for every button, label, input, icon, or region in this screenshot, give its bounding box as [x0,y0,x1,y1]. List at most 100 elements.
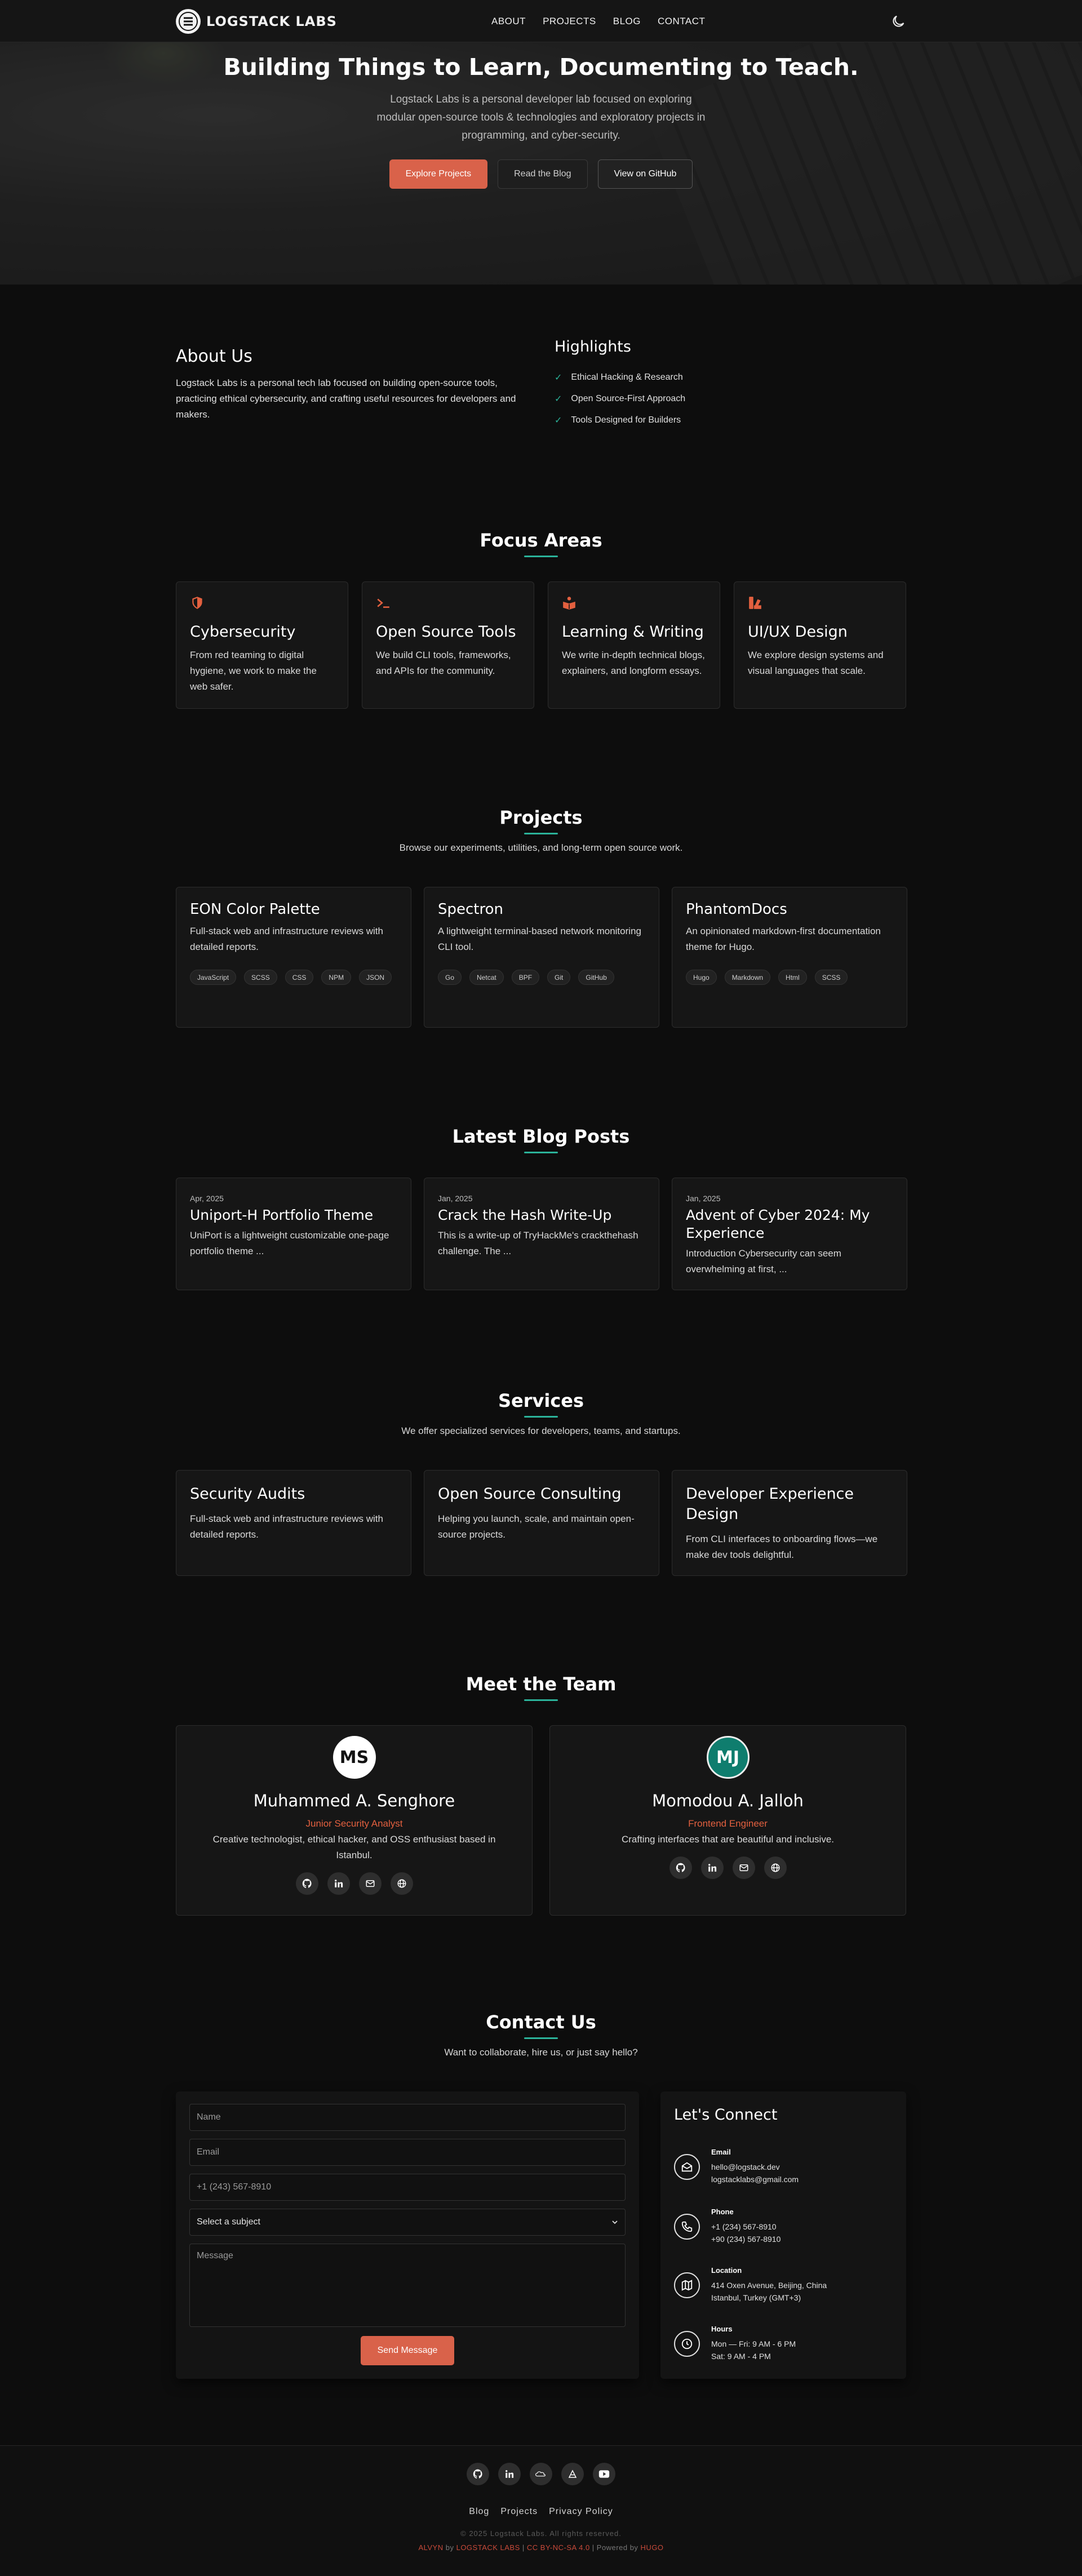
top-navbar: LOGSTACK LABS ABOUT PROJECTS BLOG CONTAC… [0,0,1082,42]
blog-card[interactable]: Jan, 2025 Crack the Hash Write-Up This i… [424,1178,659,1290]
about-text: Logstack Labs is a personal tech lab foc… [176,377,516,420]
blog-title: Latest Blog Posts [452,1126,630,1147]
projects-title: Projects [499,807,583,828]
hero-title: Building Things to Learn, Documenting to… [223,54,859,81]
explore-projects-button[interactable]: Explore Projects [389,159,488,189]
footer-link-projects[interactable]: Projects [500,2507,538,2517]
phone-icon [674,2213,700,2240]
project-card[interactable]: Spectron A lightweight terminal-based ne… [424,887,659,1028]
project-card[interactable]: EON Color Palette Full-stack web and inf… [176,887,411,1028]
tag: JavaScript [190,970,237,985]
member-name: Momodou A. Jalloh [652,1791,804,1810]
footer-link-privacy[interactable]: Privacy Policy [549,2507,613,2517]
hackthebox-icon[interactable] [561,2463,584,2485]
subject-select[interactable]: Select a subject [189,2209,626,2236]
view-github-button[interactable]: View on GitHub [597,159,693,189]
linkedin-icon[interactable] [700,1857,724,1879]
member-bio: Creative technologist, ethical hacker, a… [212,1834,496,1860]
youtube-icon[interactable] [593,2463,615,2485]
team-section: Meet the Team MS Muhammed A. Senghore Ju… [176,1673,906,1921]
hero-section: Building Things to Learn, Documenting to… [0,42,1082,285]
linkedin-icon[interactable] [327,1872,350,1895]
tag: Hugo [686,970,717,985]
highlight-item: ✓ Open Source-First Approach [555,394,686,404]
contact-section: Contact Us Want to collaborate, hire us,… [176,2011,906,2395]
member-role: Junior Security Analyst [305,1818,403,1829]
moon-icon[interactable] [890,14,906,29]
phone-input[interactable]: +1 (243) 567-8910 [189,2174,626,2201]
highlight-item: ✓ Ethical Hacking & Research [555,372,683,383]
email-input[interactable]: Email [189,2139,626,2166]
footer: Blog Projects Privacy Policy © 2025 Logs… [0,2445,1082,2576]
projects-section: Projects Browse our experiments, utiliti… [176,807,907,1032]
logo[interactable]: LOGSTACK LABS [176,8,337,34]
blog-section: Latest Blog Posts Apr, 2025 Uniport-H Po… [176,1126,907,1295]
linkedin-icon[interactable] [498,2463,521,2485]
tag: Html [778,970,807,985]
copyright: © 2025 Logstack Labs. All rights reserve… [460,2529,622,2538]
projects-subtitle: Browse our experiments, utilities, and l… [399,842,683,853]
globe-icon[interactable] [390,1872,413,1895]
tag: BPF [511,970,540,985]
check-icon: ✓ [555,373,562,383]
team-member-card: MS Muhammed A. Senghore Junior Security … [176,1725,533,1916]
logo-mark-icon [176,8,201,34]
blog-card[interactable]: Apr, 2025 Uniport-H Portfolio Theme UniP… [176,1178,411,1290]
message-textarea[interactable]: Message [189,2244,626,2327]
service-card: Security Audits Full-stack web and infra… [176,1470,411,1576]
services-subtitle: We offer specialized services for develo… [401,1425,681,1436]
check-icon: ✓ [555,416,562,425]
github-icon[interactable] [467,2463,489,2485]
tag: SCSS [814,970,848,985]
book-reader-icon [563,597,575,610]
focus-card: UI/UX Design We explore design systems a… [734,581,906,709]
blog-card[interactable]: Jan, 2025 Advent of Cyber 2024: My Exper… [672,1178,907,1290]
avatar: MJ [706,1736,750,1779]
team-member-card: MJ Momodou A. Jalloh Frontend Engineer C… [549,1725,906,1916]
phone-info: Phone +1 (234) 567-8910 +90 (234) 567-89… [674,2208,781,2245]
tag: Git [547,970,571,985]
blog-date: Apr, 2025 [190,1194,224,1203]
tag: GitHub [578,970,614,985]
email-info: Email hello@logstack.dev logstacklabs@gm… [674,2148,799,2186]
tag: JSON [359,970,392,985]
focus-title: Focus Areas [480,530,602,551]
tag: Go [438,970,462,985]
read-blog-button[interactable]: Read the Blog [498,159,588,189]
mail-icon[interactable] [732,1857,755,1879]
tag: SCSS [244,970,277,985]
highlight-item: ✓ Tools Designed for Builders [555,415,681,425]
nav-contact[interactable]: CONTACT [658,16,705,27]
tag: NPM [321,970,352,985]
contact-title: Contact Us [486,2011,596,2033]
map-icon [674,2272,700,2298]
focus-card: Learning & Writing We write in-depth tec… [548,581,720,709]
contact-subtitle: Want to collaborate, hire us, or just sa… [444,2047,638,2058]
name-input[interactable]: Name [189,2104,626,2131]
project-card[interactable]: PhantomDocs An opinionated markdown-firs… [672,887,907,1028]
member-bio: Crafting interfaces that are beautiful a… [621,1834,835,1845]
nav-projects[interactable]: PROJECTS [543,16,596,27]
team-title: Meet the Team [465,1673,617,1695]
globe-icon[interactable] [764,1857,787,1879]
footer-link-blog[interactable]: Blog [469,2507,489,2517]
github-icon[interactable] [669,1857,692,1879]
member-name: Muhammed A. Senghore [253,1791,455,1810]
services-title: Services [498,1390,584,1411]
service-card: Developer Experience Design From CLI int… [672,1470,907,1576]
tryhackme-icon[interactable] [530,2463,552,2485]
check-icon: ✓ [555,394,562,404]
send-message-button[interactable]: Send Message [361,2336,454,2365]
blog-date: Jan, 2025 [686,1194,721,1203]
nav-blog[interactable]: BLOG [613,16,641,27]
focus-areas-section: Focus Areas Cybersecurity From red teami… [176,530,906,716]
palette-icon [749,597,761,609]
mail-icon[interactable] [358,1872,382,1895]
clock-icon [674,2330,700,2357]
envelope-open-icon [674,2153,700,2180]
nav-about[interactable]: ABOUT [491,16,526,27]
focus-card: Cybersecurity From red teaming to digita… [176,581,348,709]
service-card: Open Source Consulting Helping you launc… [424,1470,659,1576]
github-icon[interactable] [295,1872,318,1895]
section-underline [524,556,558,557]
